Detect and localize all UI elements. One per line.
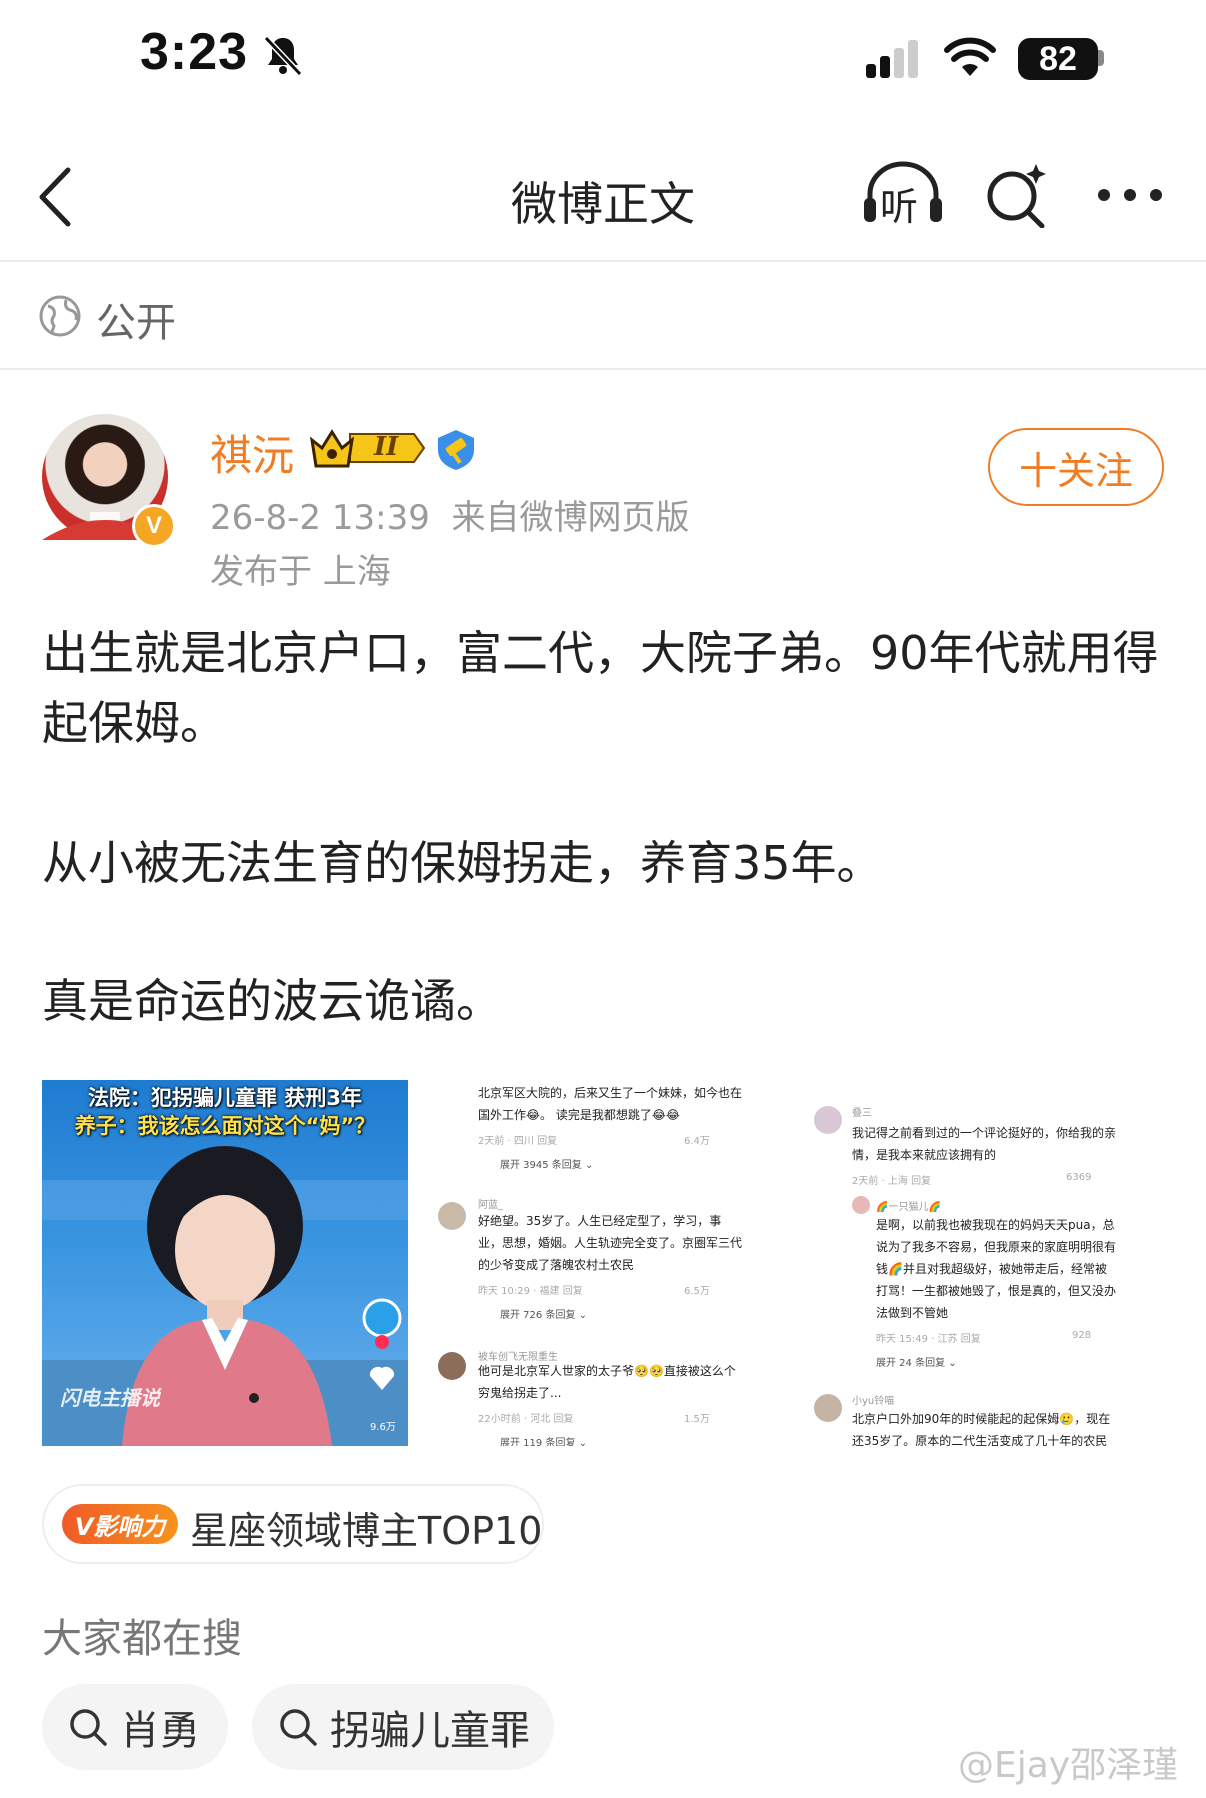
comment-meta: 22小时前 · 河北 回复	[478, 1414, 574, 1425]
comment-author: 🌈一只猫儿🌈	[876, 1202, 941, 1213]
comment-expand: 展开 24 条回复 ⌄	[876, 1358, 957, 1369]
post-image-comments-2[interactable]: 叠三 我记得之前看到过的一个评论挺好的，你给我的亲 情，是我本来就应该拥有的 2…	[800, 1080, 1166, 1446]
post-paragraph: 真是命运的波云诡谲。	[42, 974, 502, 1028]
comment-likes: 6.5万	[684, 1286, 710, 1297]
comment-text: 我记得之前看到过的一个评论挺好的，你给我的亲	[852, 1126, 1117, 1140]
comment-avatar	[438, 1202, 466, 1230]
status-time: 3:23	[140, 23, 249, 81]
comment-text: 法做到不管她	[876, 1306, 949, 1320]
post-paragraph: 出生就是北京户口，富二代，大院子弟。90年代就用得起保姆。	[42, 626, 1159, 750]
post-location: 发布于 上海	[210, 552, 391, 592]
comment-text: 是啊，以前我也被我现在的妈妈天天pua，总	[876, 1218, 1115, 1232]
comment-expand: 展开 3945 条回复 ⌄	[500, 1160, 594, 1171]
verified-v-badge: V	[132, 504, 176, 548]
battery-tip	[1098, 50, 1104, 66]
comment-meta: 2天前 · 四川 回复	[478, 1136, 558, 1147]
post-meta: 26-8-2 13:39 来自微博网页版	[210, 498, 690, 538]
comment-author: 阿蓝_	[478, 1200, 503, 1211]
comment-author: 小yu铃喵	[852, 1396, 895, 1407]
comment-text: 的少爷变成了落魄农村土农民	[478, 1258, 635, 1272]
comment-meta: 昨天 15:49 · 江苏 回复	[876, 1334, 981, 1345]
comment-likes: 6.4万	[684, 1136, 710, 1147]
comment-avatar	[814, 1106, 842, 1134]
comment-likes: 1.5万	[684, 1414, 710, 1425]
hot-search-heading: 大家都在搜	[42, 1616, 242, 1662]
comment-text: 北京军区大院的，后来又生了一个妹妹，如今也在	[478, 1086, 743, 1100]
influence-text[interactable]: 星座领域博主TOP10	[190, 1500, 542, 1555]
post-image-news[interactable]: 法院：犯拐骗儿童罪 获刑3年 养子：我该怎么面对这个“妈”？ 闪电主播说 9.6…	[42, 1080, 408, 1446]
listen-label: 听	[880, 185, 919, 229]
comment-text: 国外工作😂。 读完是我都想跳了😂😂	[478, 1108, 680, 1122]
globe-icon	[39, 295, 81, 337]
search-icon	[70, 1709, 107, 1746]
comment-avatar	[438, 1352, 466, 1380]
comment-likes: 928	[1072, 1330, 1092, 1341]
watermark: @Ejay邵泽瑾	[958, 1745, 1179, 1786]
vip-level: II	[374, 432, 399, 462]
comment-text: 穷鬼给拐走了...	[478, 1386, 562, 1400]
influence-tag: V影响力	[62, 1504, 178, 1544]
search-chip-label: 拐骗儿童罪	[330, 1708, 530, 1754]
comment-meta: 2天前 · 上海 回复	[852, 1176, 932, 1187]
post-image-comments-1[interactable]: 北京军区大院的，后来又生了一个妹妹，如今也在 国外工作😂。 读完是我都想跳了😂😂…	[420, 1080, 784, 1446]
visibility-divider	[0, 368, 1206, 370]
comment-text: 钱🌈并且对我超级好，被她带走后，经常被	[876, 1262, 1107, 1276]
search-icon	[280, 1709, 317, 1746]
comment-text: 还35岁了。原本的二代生活变成了几十年的农民	[852, 1434, 1108, 1446]
search-chip[interactable]: 拐骗儿童罪	[252, 1684, 554, 1770]
visibility-label: 公开	[96, 300, 176, 346]
comment-likes: 6369	[1066, 1172, 1092, 1183]
comment-text: 他可是北京军人世家的太子爷🥺🥺直接被这么个	[478, 1364, 736, 1378]
search-chip[interactable]: 肖勇	[42, 1684, 228, 1770]
comment-avatar	[814, 1394, 842, 1422]
nav-divider	[0, 260, 1206, 262]
cellular-signal-icon	[866, 40, 918, 78]
page-title: 微博正文	[511, 177, 695, 231]
news-likes: 9.6万	[370, 1422, 396, 1433]
comment-text: 业，思想，婚姻。人生轨迹完全变了。京圈军三代	[478, 1236, 743, 1250]
news-logo-text: 闪电主播说	[60, 1386, 160, 1410]
comment-text: 好绝望。35岁了。人生已经定型了，学习，事	[478, 1214, 722, 1228]
comment-expand: 展开 726 条回复 ⌄	[500, 1310, 588, 1321]
wifi-icon	[944, 37, 996, 76]
comment-text: 北京户口外加90年的时候能起的起保姆🥲，现在	[852, 1412, 1111, 1426]
vip-crown-badge[interactable]: II	[310, 426, 426, 470]
comment-expand: 展开 119 条回复 ⌄	[500, 1438, 588, 1446]
battery-icon: 82	[1018, 38, 1098, 80]
bell-slash-icon	[263, 35, 303, 77]
comment-avatar	[852, 1196, 870, 1214]
back-icon[interactable]	[36, 166, 76, 228]
comment-author: 叠三	[852, 1108, 872, 1119]
author-name[interactable]: 祺沅	[210, 422, 294, 483]
comment-text: 情，是我本来就应该拥有的	[852, 1148, 997, 1162]
comment-text: 说为了我多不容易，但我原来的家庭明明很有	[876, 1240, 1117, 1254]
more-icon[interactable]	[1094, 184, 1166, 206]
follow-button[interactable]: 十关注	[988, 428, 1164, 506]
search-chip-label: 肖勇	[120, 1708, 200, 1754]
search-ai-icon[interactable]	[984, 162, 1048, 228]
listen-icon[interactable]: 听	[862, 160, 944, 229]
post-paragraph: 从小被无法生育的保姆拐走，养育35年。	[42, 836, 883, 890]
verified-shield-icon	[438, 430, 474, 470]
comment-meta: 昨天 10:29 · 福建 回复	[478, 1286, 583, 1297]
comment-text: 打骂！一生都被她毁了，恨是真的，但又没办	[876, 1284, 1117, 1298]
